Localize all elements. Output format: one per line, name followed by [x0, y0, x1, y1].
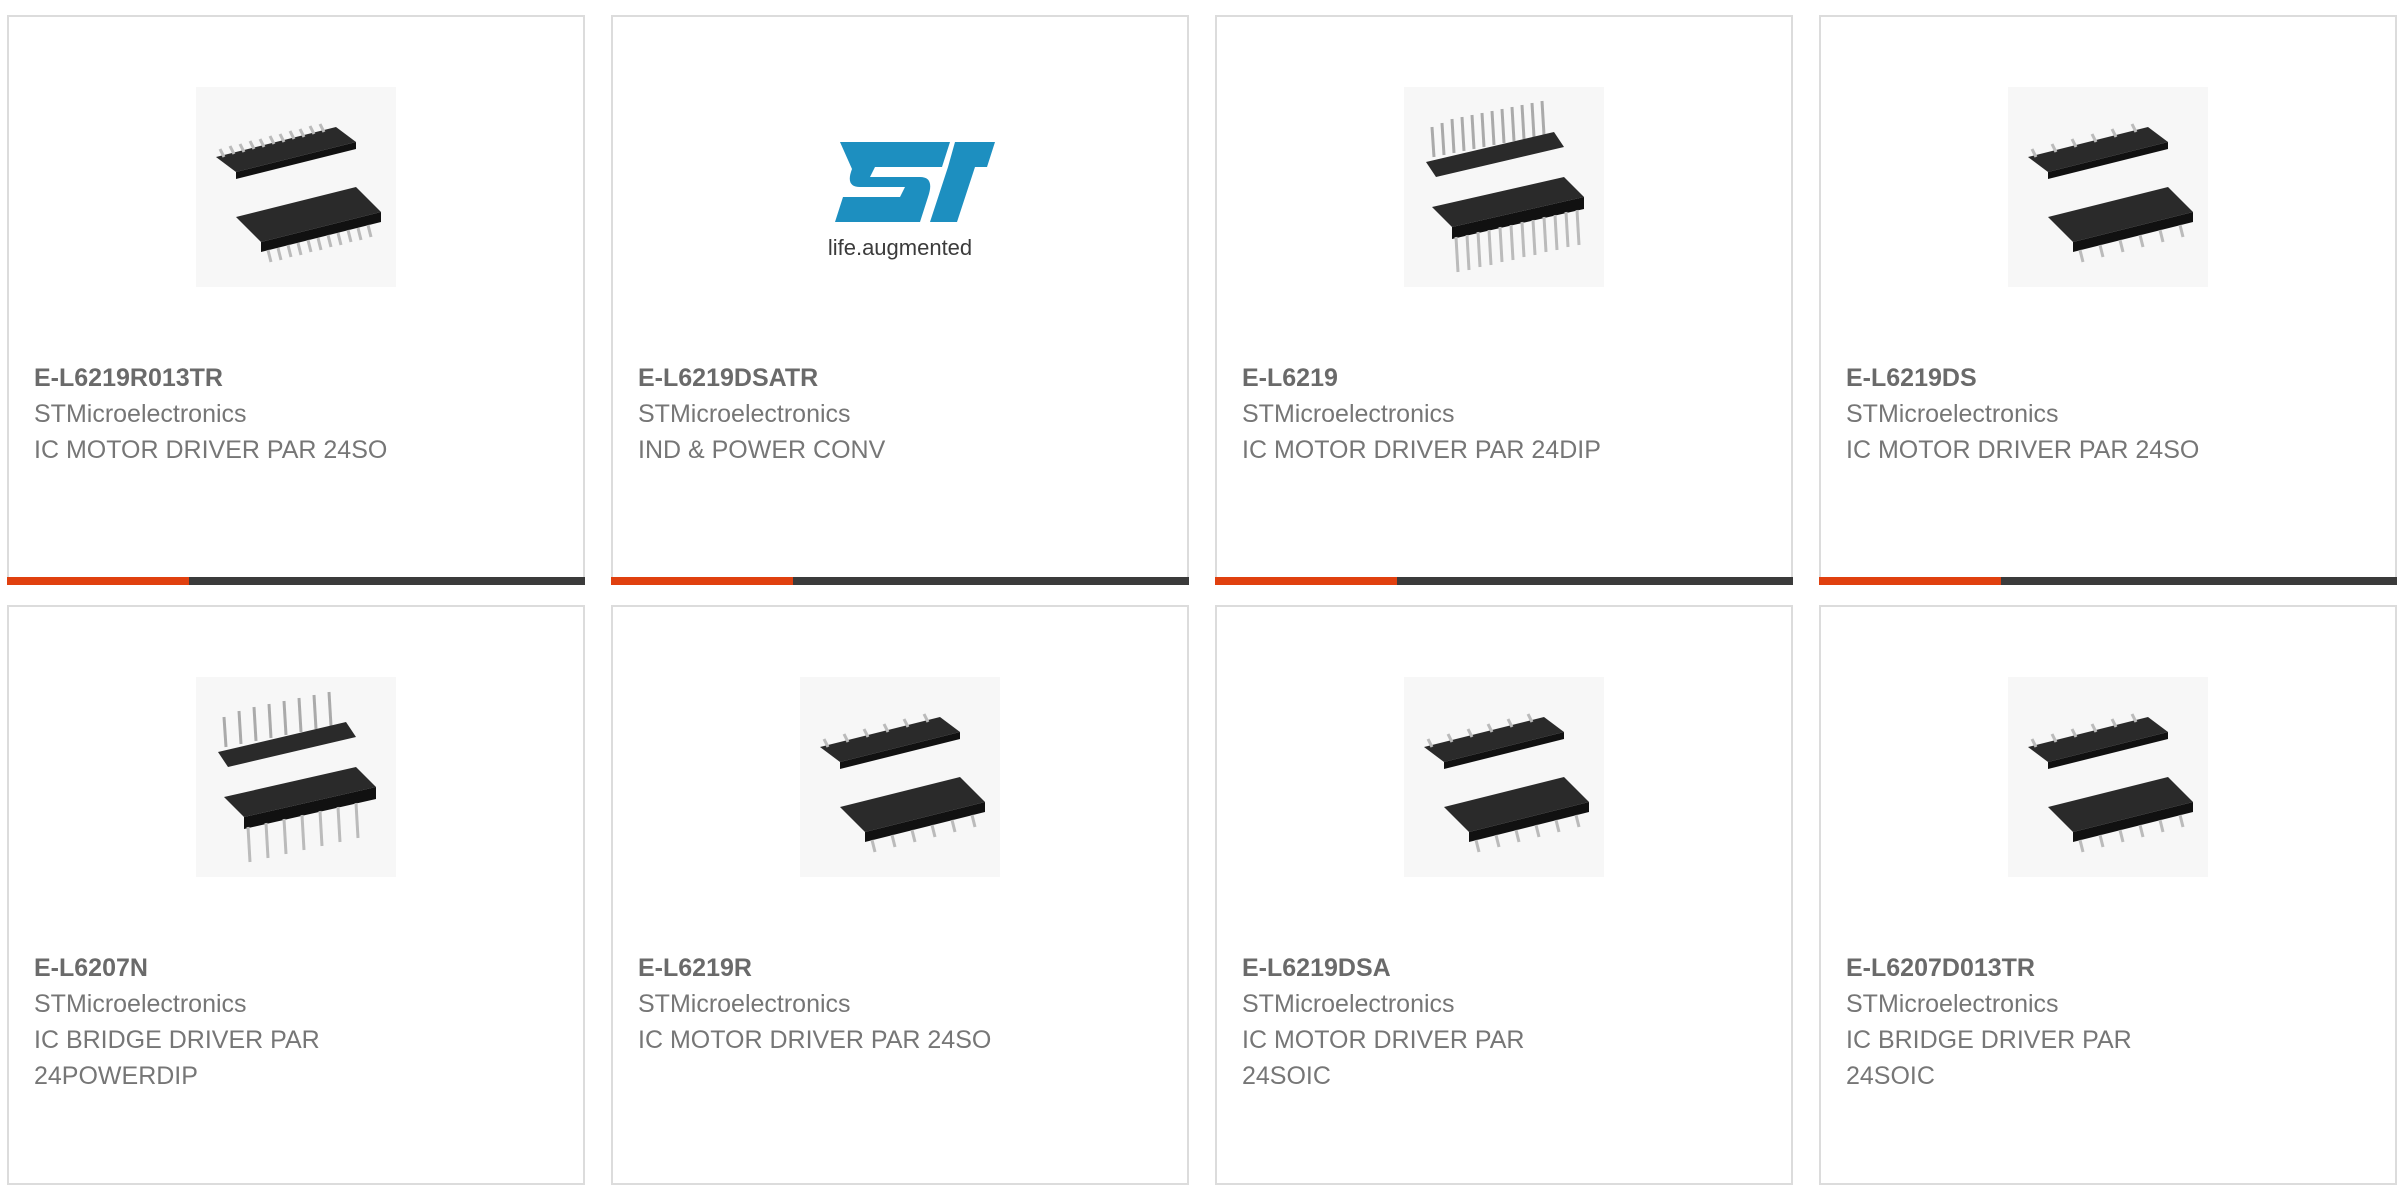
description: IND & POWER CONV: [638, 436, 886, 464]
product-image[interactable]: life.augmented: [800, 87, 1000, 287]
part-number[interactable]: E-L6207N: [34, 950, 554, 986]
manufacturer: STMicroelectronics: [34, 990, 247, 1018]
dip-chip-icon: [218, 691, 376, 863]
product-image[interactable]: [2008, 87, 2208, 287]
product-card[interactable]: E-L6219DSA STMicroelectronics IC MOTOR D…: [1215, 605, 1793, 1185]
part-number[interactable]: E-L6219DSATR: [638, 360, 1158, 396]
card-accent: [1215, 577, 1397, 585]
soic-chip-icon: [2028, 713, 2193, 853]
part-number[interactable]: E-L6219DS: [1846, 360, 2366, 396]
product-card[interactable]: E-L6219R013TR STMicroelectronics IC MOTO…: [7, 15, 585, 585]
soic-chip-icon: [2028, 123, 2193, 263]
product-info: E-L6219DSA STMicroelectronics IC MOTOR D…: [1242, 950, 1762, 1094]
product-card[interactable]: life.augmented E-L6219DSATR STMicroelect…: [611, 15, 1189, 585]
product-image[interactable]: [196, 87, 396, 287]
product-card[interactable]: E-L6207D013TR STMicroelectronics IC BRID…: [1819, 605, 2397, 1185]
part-number[interactable]: E-L6219: [1242, 360, 1762, 396]
soic-chip-icon: [216, 123, 381, 263]
logo-tagline: life.augmented: [828, 235, 972, 260]
part-number[interactable]: E-L6219R013TR: [34, 360, 554, 396]
product-card[interactable]: E-L6219R STMicroelectronics IC MOTOR DRI…: [611, 605, 1189, 1185]
card-footer-bar: [1819, 577, 2397, 585]
description: IC BRIDGE DRIVER PAR 24POWERDIP: [34, 1026, 320, 1090]
product-image[interactable]: [1404, 87, 1604, 287]
manufacturer: STMicroelectronics: [1846, 400, 2059, 428]
part-number[interactable]: E-L6219R: [638, 950, 1158, 986]
card-accent: [7, 577, 189, 585]
product-info: E-L6219R013TR STMicroelectronics IC MOTO…: [34, 360, 554, 468]
product-info: E-L6207N STMicroelectronics IC BRIDGE DR…: [34, 950, 554, 1094]
product-image[interactable]: [196, 677, 396, 877]
card-accent: [611, 577, 793, 585]
manufacturer: STMicroelectronics: [1242, 400, 1455, 428]
product-info: E-L6207D013TR STMicroelectronics IC BRID…: [1846, 950, 2366, 1094]
description: IC MOTOR DRIVER PAR 24SO: [1846, 436, 2200, 464]
card-footer-bar: [611, 577, 1189, 585]
description: IC MOTOR DRIVER PAR 24SO: [638, 1026, 992, 1054]
description: IC MOTOR DRIVER PAR 24SO: [34, 436, 388, 464]
manufacturer: STMicroelectronics: [1242, 990, 1455, 1018]
soic-chip-icon: [820, 713, 985, 853]
part-number[interactable]: E-L6207D013TR: [1846, 950, 2366, 986]
product-info: E-L6219 STMicroelectronics IC MOTOR DRIV…: [1242, 360, 1762, 468]
soic-chip-icon: [1424, 713, 1589, 853]
product-info: E-L6219DS STMicroelectronics IC MOTOR DR…: [1846, 360, 2366, 468]
product-grid: E-L6219R013TR STMicroelectronics IC MOTO…: [0, 0, 2400, 1185]
manufacturer: STMicroelectronics: [638, 400, 851, 428]
dip-chip-icon: [1426, 100, 1584, 273]
st-logo: life.augmented: [828, 142, 995, 260]
product-image[interactable]: [1404, 677, 1604, 877]
product-info: E-L6219R STMicroelectronics IC MOTOR DRI…: [638, 950, 1158, 1058]
manufacturer: STMicroelectronics: [638, 990, 851, 1018]
card-footer-bar: [7, 577, 585, 585]
product-info: E-L6219DSATR STMicroelectronics IND & PO…: [638, 360, 1158, 468]
product-image[interactable]: [800, 677, 1000, 877]
product-image[interactable]: [2008, 677, 2208, 877]
card-footer-bar: [1215, 577, 1793, 585]
card-accent: [1819, 577, 2001, 585]
description: IC MOTOR DRIVER PAR 24DIP: [1242, 436, 1601, 464]
product-card[interactable]: E-L6219DS STMicroelectronics IC MOTOR DR…: [1819, 15, 2397, 585]
part-number[interactable]: E-L6219DSA: [1242, 950, 1762, 986]
manufacturer: STMicroelectronics: [34, 400, 247, 428]
description: IC BRIDGE DRIVER PAR 24SOIC: [1846, 1026, 2132, 1090]
product-card[interactable]: E-L6207N STMicroelectronics IC BRIDGE DR…: [7, 605, 585, 1185]
description: IC MOTOR DRIVER PAR 24SOIC: [1242, 1026, 1525, 1090]
manufacturer: STMicroelectronics: [1846, 990, 2059, 1018]
product-card[interactable]: E-L6219 STMicroelectronics IC MOTOR DRIV…: [1215, 15, 1793, 585]
